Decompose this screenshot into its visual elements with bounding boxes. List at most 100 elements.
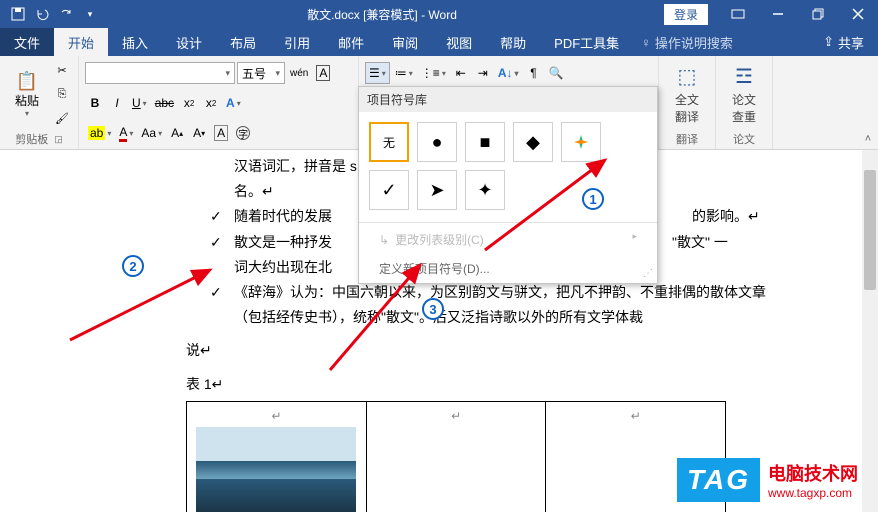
share-label: 共享	[838, 33, 864, 52]
strikethrough-button[interactable]: abc	[152, 92, 177, 114]
bullet-square[interactable]: ■	[465, 122, 505, 162]
table-cell[interactable]: ↵	[187, 401, 367, 512]
tab-layout[interactable]: 布局	[216, 28, 270, 56]
char-border-button[interactable]: A	[313, 62, 333, 84]
format-painter-button[interactable]: 🖌	[52, 108, 72, 128]
vertical-scrollbar[interactable]	[862, 150, 878, 512]
thesis-group-label: 论文	[733, 131, 755, 147]
translate-icon: ⬚	[678, 64, 697, 89]
text-line: "散文" 一	[672, 234, 728, 250]
text-line: 表 1↵	[186, 372, 788, 397]
restore-button[interactable]	[798, 0, 838, 28]
font-size-value: 五号	[242, 65, 266, 82]
document-table[interactable]: ↵ ↵ ↵	[186, 401, 726, 512]
title-bar: ▾ 散文.docx [兼容模式] - Word 登录	[0, 0, 878, 28]
highlight-button[interactable]: ab	[85, 122, 114, 144]
ribbon-options-button[interactable]	[718, 0, 758, 28]
resize-handle-icon[interactable]: ⋰	[643, 268, 653, 279]
tab-help[interactable]: 帮助	[486, 28, 540, 56]
paste-button[interactable]: 📋 粘贴 ▾	[6, 60, 48, 129]
text-effects-button[interactable]: A	[223, 92, 244, 114]
bullet-disc[interactable]: ●	[417, 122, 457, 162]
phonetic-label: wén	[290, 68, 308, 79]
bullet-none[interactable]: 无	[369, 122, 409, 162]
tab-insert[interactable]: 插入	[108, 28, 162, 56]
phonetic-guide-button[interactable]: wén	[287, 62, 311, 84]
check-bullet-icon: ✓	[210, 280, 234, 330]
thesis-line1: 论文	[732, 91, 756, 108]
find-button[interactable]: 🔍	[546, 62, 567, 84]
clear-formatting-button[interactable]: A	[211, 122, 231, 144]
enclose-char-button[interactable]: 字	[233, 122, 253, 144]
tell-me-label: 操作说明搜索	[655, 33, 733, 52]
change-level-label: 更改列表级别(C)	[395, 233, 484, 247]
thesis-check-button[interactable]: ☲ 论文 查重	[722, 60, 766, 129]
undo-button[interactable]	[32, 4, 52, 24]
subscript-button[interactable]: x2	[179, 92, 199, 114]
ribbon-tabs: 文件 开始 插入 设计 布局 引用 邮件 审阅 视图 帮助 PDF工具集 ♀ 操…	[0, 28, 878, 56]
autosave-icon[interactable]	[8, 4, 28, 24]
font-name-combo[interactable]: ▾	[85, 62, 235, 84]
group-thesis: ☲ 论文 查重 论文	[716, 56, 773, 149]
font-color-button[interactable]: A	[116, 122, 136, 144]
superscript-button[interactable]: x2	[201, 92, 221, 114]
qat-more-button[interactable]: ▾	[80, 4, 100, 24]
tab-design[interactable]: 设计	[162, 28, 216, 56]
tab-review[interactable]: 审阅	[378, 28, 432, 56]
table-cell[interactable]: ↵	[366, 401, 546, 512]
login-button[interactable]: 登录	[664, 4, 708, 25]
watermark-line1: 电脑技术网	[768, 460, 858, 486]
shrink-font-button[interactable]: A▾	[189, 122, 209, 144]
share-button[interactable]: ⇪ 共享	[809, 28, 878, 56]
clipboard-group-label: 剪贴板	[15, 131, 48, 147]
underline-button[interactable]: U	[129, 92, 150, 114]
scrollbar-thumb[interactable]	[864, 170, 876, 290]
font-size-combo[interactable]: 五号▾	[237, 62, 285, 84]
tab-view[interactable]: 视图	[432, 28, 486, 56]
square-icon: ■	[480, 132, 491, 153]
text-line: 说↵	[186, 338, 788, 363]
tab-references[interactable]: 引用	[270, 28, 324, 56]
grow-font-button[interactable]: A▴	[167, 122, 187, 144]
bullet-check[interactable]: ✓	[369, 170, 409, 210]
watermark-tag: TAG	[677, 458, 760, 502]
cut-button[interactable]: ✂	[52, 60, 72, 80]
decrease-indent-button[interactable]: ⇤	[451, 62, 471, 84]
increase-indent-button[interactable]: ⇥	[473, 62, 493, 84]
text-line: 散文是一种抒发	[234, 234, 332, 250]
tab-pdf[interactable]: PDF工具集	[540, 28, 633, 56]
minimize-button[interactable]	[758, 0, 798, 28]
share-icon: ⇪	[823, 34, 834, 50]
define-new-bullet[interactable]: 定义新项目符号(D)...	[359, 254, 657, 283]
bullet-4diamond[interactable]	[561, 122, 601, 162]
text-line: 的影响。↵	[692, 208, 760, 224]
bullet-arrow[interactable]: ➤	[417, 170, 457, 210]
bold-button[interactable]: B	[85, 92, 105, 114]
tab-home[interactable]: 开始	[54, 28, 108, 56]
window-title: 散文.docx [兼容模式] - Word	[100, 6, 664, 23]
collapse-ribbon-button[interactable]: ˄	[858, 56, 878, 149]
italic-button[interactable]: I	[107, 92, 127, 114]
copy-button[interactable]: ⎘	[52, 84, 72, 104]
show-marks-button[interactable]: ¶	[524, 62, 544, 84]
bullet-library-popup: 项目符号库 无 ● ■ ◆ ✓ ➤ ✦ ↳更改列表级别(C)▸ 定义新项目符号(…	[358, 86, 658, 284]
redo-button[interactable]	[56, 4, 76, 24]
tab-file[interactable]: 文件	[0, 28, 54, 56]
translate-group-label: 翻译	[676, 131, 698, 147]
image-placeholder[interactable]	[196, 427, 356, 512]
asian-layout-button[interactable]: A↓	[495, 62, 522, 84]
close-button[interactable]	[838, 0, 878, 28]
cell-return: ↵	[451, 409, 461, 423]
char-shading-button[interactable]: Aa	[138, 122, 165, 144]
bullet-sparkle[interactable]: ✦	[465, 170, 505, 210]
bullets-button[interactable]: ☰	[365, 62, 390, 84]
tell-me[interactable]: ♀ 操作说明搜索	[641, 28, 733, 56]
bullet-diamond[interactable]: ◆	[513, 122, 553, 162]
numbering-button[interactable]: ≔	[392, 62, 416, 84]
clipboard-launcher[interactable]: ◲	[54, 134, 63, 145]
paste-label: 粘贴	[15, 92, 39, 109]
tab-mailings[interactable]: 邮件	[324, 28, 378, 56]
full-translate-button[interactable]: ⬚ 全文 翻译	[665, 60, 709, 129]
multilevel-button[interactable]: ⋮≡	[418, 62, 449, 84]
group-clipboard: 📋 粘贴 ▾ ✂ ⎘ 🖌 剪贴板 ◲	[0, 56, 79, 149]
